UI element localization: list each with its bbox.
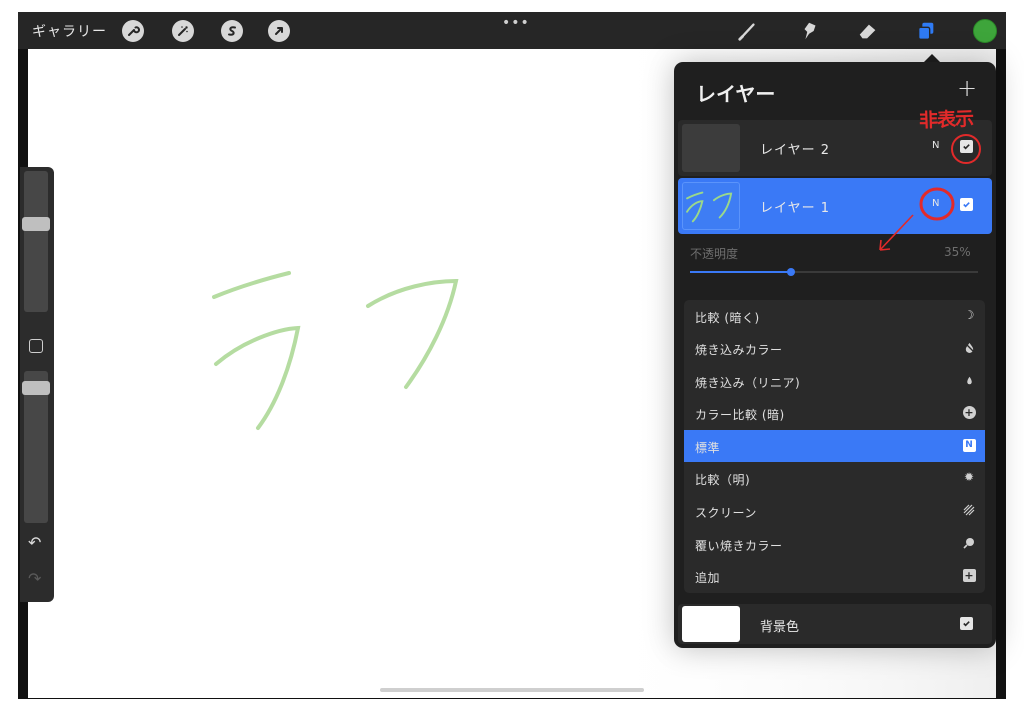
layer-name: レイヤー 2 xyxy=(760,143,831,158)
layers-icon[interactable] xyxy=(914,19,938,43)
brush-dab-icon xyxy=(962,536,976,550)
blend-mode-label: 覆い焼きカラー xyxy=(695,539,783,553)
layer-opacity-slider[interactable] xyxy=(690,268,978,276)
blend-mode-label: 焼き込みカラー xyxy=(695,343,783,357)
blend-mode-label: 比較 (暗く) xyxy=(695,311,760,325)
add-layer-button[interactable]: + xyxy=(957,74,977,102)
more-options-icon[interactable]: ••• xyxy=(502,15,530,31)
blend-mode-item[interactable]: 比較（明) ✹ xyxy=(684,462,985,494)
wrench-icon[interactable] xyxy=(122,20,144,42)
burn-icon xyxy=(962,340,976,354)
top-toolbar: ギャラリー ••• xyxy=(18,12,1006,49)
layer-opacity-fill xyxy=(690,271,791,273)
blend-mode-item[interactable]: 焼き込み（リニア) xyxy=(684,365,985,397)
panel-title: レイヤー xyxy=(696,82,776,106)
blend-mode-item[interactable]: 比較 (暗く) ☽ xyxy=(684,300,985,332)
n-badge-icon: N xyxy=(962,438,976,452)
opacity-label: 不透明度 xyxy=(690,247,739,261)
blend-mode-label: スクリーン xyxy=(695,506,757,520)
blend-mode-label: 焼き込み（リニア) xyxy=(695,376,801,390)
flame-icon xyxy=(962,373,976,387)
blend-mode-item-selected[interactable]: 標準 N xyxy=(684,430,985,462)
moon-icon: ☽ xyxy=(963,308,975,322)
blend-mode-item[interactable]: 追加 + xyxy=(684,560,985,592)
home-indicator xyxy=(380,688,644,692)
undo-button[interactable]: ↶ xyxy=(28,533,41,552)
opacity-value: 35% xyxy=(944,245,971,259)
panel-pointer xyxy=(924,54,940,62)
blend-mode-item[interactable]: スクリーン xyxy=(684,495,985,527)
color-swatch[interactable] xyxy=(973,19,997,43)
blend-mode-item[interactable]: 焼き込みカラー xyxy=(684,332,985,364)
visibility-checkbox[interactable] xyxy=(960,617,973,630)
brush-size-slider[interactable] xyxy=(24,171,48,312)
brush-size-handle[interactable] xyxy=(22,217,50,231)
annotation-hidden-label: 非表示 xyxy=(918,108,974,132)
background-layer-name: 背景色 xyxy=(760,620,800,635)
blend-mode-item[interactable]: カラー比較 (暗) + xyxy=(684,397,985,429)
plus-circle-icon: + xyxy=(962,405,976,419)
smudge-icon[interactable] xyxy=(798,19,822,43)
selection-icon[interactable] xyxy=(221,20,243,42)
layer-name: レイヤー 1 xyxy=(760,201,831,216)
layer-thumbnail xyxy=(682,124,740,172)
layers-panel: レイヤー + レイヤー 2 N レイヤー 1 N 不透明度 35% 比較 (暗く… xyxy=(674,62,996,648)
plus-box-icon: + xyxy=(962,568,976,582)
visibility-checkbox[interactable] xyxy=(960,140,973,153)
transform-arrow-icon[interactable] xyxy=(268,20,290,42)
opacity-handle[interactable] xyxy=(22,381,50,395)
background-layer-row[interactable]: 背景色 xyxy=(678,604,992,644)
eyedropper-button[interactable] xyxy=(29,339,43,353)
side-toolbar: ↶ ↷ xyxy=(20,167,54,602)
magic-wand-icon[interactable] xyxy=(172,20,194,42)
layer-opacity-handle[interactable] xyxy=(786,268,795,276)
blend-mode-label: 追加 xyxy=(695,571,721,585)
layer-thumbnail xyxy=(682,182,740,230)
sun-icon: ✹ xyxy=(963,470,975,484)
layer-row-1[interactable]: レイヤー 1 N xyxy=(678,178,992,234)
blend-mode-button[interactable]: N xyxy=(932,198,939,209)
background-thumbnail xyxy=(682,606,740,642)
blend-mode-label: カラー比較 (暗) xyxy=(695,408,785,422)
brush-icon[interactable] xyxy=(736,19,760,43)
blend-mode-list: 比較 (暗く) ☽ 焼き込みカラー 焼き込み（リニア) カラー比較 (暗) + … xyxy=(684,300,985,593)
blend-mode-label: 比較（明) xyxy=(695,473,751,487)
blend-mode-label: 標準 xyxy=(695,441,721,455)
stripes-icon xyxy=(962,503,976,517)
redo-button[interactable]: ↷ xyxy=(28,569,41,588)
gallery-button[interactable]: ギャラリー xyxy=(32,21,107,41)
eraser-icon[interactable] xyxy=(856,19,880,43)
visibility-checkbox[interactable] xyxy=(960,198,973,211)
blend-mode-button[interactable]: N xyxy=(932,140,939,151)
blend-mode-item[interactable]: 覆い焼きカラー xyxy=(684,528,985,560)
